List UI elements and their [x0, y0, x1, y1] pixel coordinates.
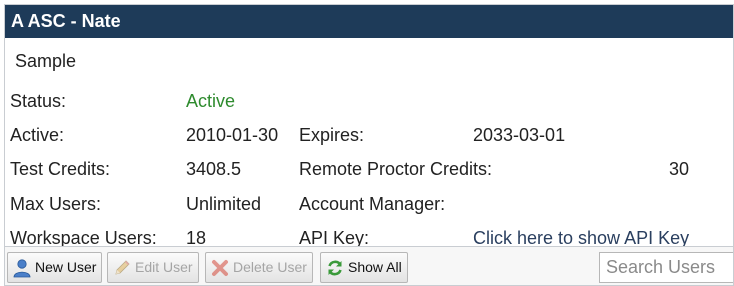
active-label: Active: — [10, 125, 65, 145]
user-toolbar: New User Edit User Delete User Show All … — [5, 246, 733, 285]
remote-proctor-label: Remote Proctor Credits: — [299, 159, 493, 179]
api-key-label: API Key: — [299, 228, 370, 246]
edit-user-button[interactable]: Edit User — [107, 252, 199, 283]
expires-label: Expires: — [299, 125, 365, 145]
new-user-label: New User — [35, 259, 97, 275]
max-users-label: Max Users: — [10, 194, 102, 214]
refresh-icon — [325, 258, 345, 278]
show-all-button[interactable]: Show All — [320, 252, 408, 283]
new-user-button[interactable]: New User — [7, 252, 103, 283]
account-description: Sample — [15, 51, 77, 71]
active-date-value: 2010-01-30 — [186, 125, 279, 145]
user-icon — [12, 258, 32, 278]
show-api-key-link[interactable]: Click here to show API Key — [473, 228, 689, 246]
expires-date-value: 2033-03-01 — [473, 125, 566, 145]
show-all-label: Show All — [348, 259, 402, 275]
account-details: Sample Status: Active Active: 2010-01-30… — [5, 38, 733, 246]
test-credits-value: 3408.5 — [186, 159, 242, 179]
remote-proctor-value: 30 — [669, 159, 690, 179]
test-credits-label: Test Credits: — [10, 159, 111, 179]
workspace-users-label: Workspace Users: — [10, 228, 157, 246]
account-panel: A ASC - Nate Sample Status: Active Activ… — [4, 4, 734, 286]
status-value: Active — [186, 91, 236, 111]
delete-x-icon — [210, 258, 230, 278]
account-manager-label: Account Manager: — [299, 194, 446, 214]
workspace-users-value: 18 — [186, 228, 207, 246]
delete-user-label: Delete User — [233, 259, 307, 275]
delete-user-button[interactable]: Delete User — [205, 252, 313, 283]
search-users-input[interactable] — [599, 252, 733, 283]
max-users-value: Unlimited — [186, 194, 262, 214]
pencil-icon — [112, 258, 132, 278]
panel-title: A ASC - Nate — [5, 5, 733, 38]
status-label: Status: — [10, 91, 67, 111]
edit-user-label: Edit User — [135, 259, 193, 275]
